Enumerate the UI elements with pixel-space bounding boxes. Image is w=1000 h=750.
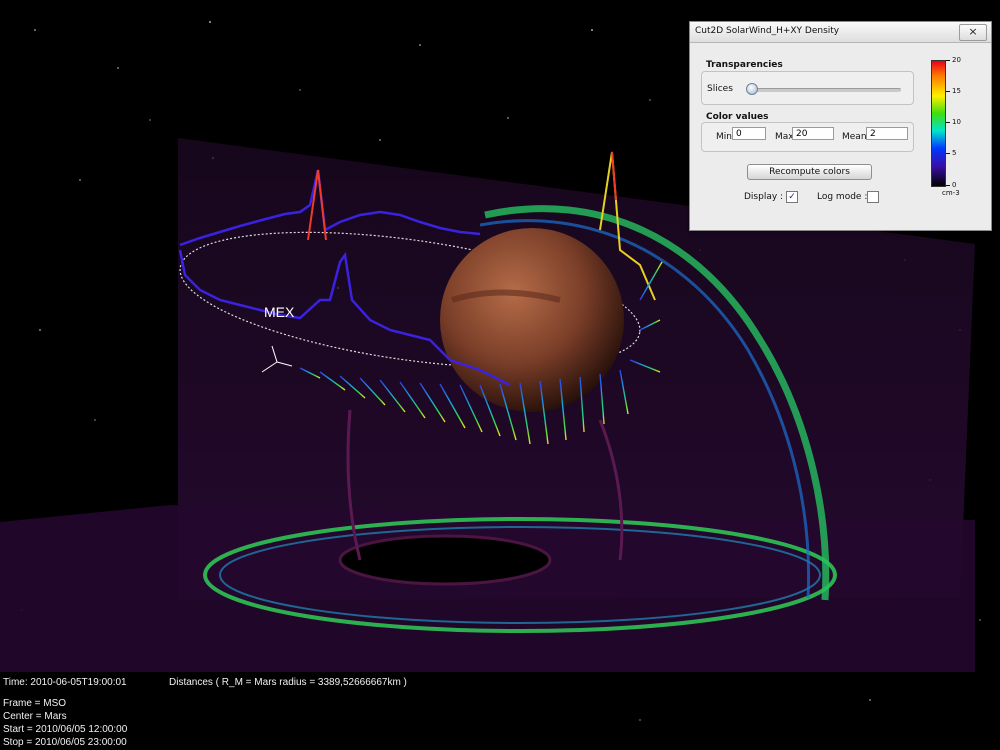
planet-shadow-ring [338,534,552,586]
display-label: Display : [744,192,784,202]
max-label: Max [775,132,794,142]
colorbar-unit-label: cm-3 [942,189,960,197]
colorbar-tick-label: 5 [952,149,957,157]
close-icon[interactable]: × [959,24,987,41]
panel-titlebar[interactable]: Cut2D SolarWind_H+XY Density × [690,22,991,43]
distances-readout: Distances ( R_M = Mars radius = 3389,526… [169,677,407,688]
transparencies-heading: Transparencies [706,60,783,70]
slices-label: Slices [707,84,733,94]
cut2d-density-panel[interactable]: Cut2D SolarWind_H+XY Density × Transpare… [689,21,992,231]
slices-slider-handle[interactable] [746,83,758,95]
recompute-colors-button[interactable]: Recompute colors [747,164,872,180]
mean-label: Mean [842,132,867,142]
colorbar-tick [946,60,950,61]
slices-slider-track[interactable] [748,88,901,92]
log-mode-label: Log mode : [817,192,868,202]
panel-title: Cut2D SolarWind_H+XY Density [695,26,840,36]
colorbar-tick [946,122,950,123]
mean-input[interactable]: 2 [866,127,908,140]
mex-label: MEX [264,304,295,320]
colorbar-tick-label: 10 [952,118,961,126]
mars-planet[interactable] [440,228,624,412]
min-label: Min [716,132,732,142]
colorbar-tick-label: 20 [952,56,961,64]
color-values-heading: Color values [706,112,769,122]
min-input[interactable]: 0 [732,127,766,140]
stop-readout: Stop = 2010/06/05 23:00:00 [3,737,127,748]
frame-readout: Frame = MSO [3,698,67,709]
start-readout: Start = 2010/06/05 12:00:00 [3,724,128,735]
colorbar-tick-label: 0 [952,181,957,189]
colorbar-tick [946,91,950,92]
display-checkbox[interactable]: ✓ [786,191,798,203]
density-colorbar [931,60,946,187]
colorbar-tick [946,185,950,186]
time-readout: Time: 2010-06-05T19:00:01 [3,677,127,688]
colorbar-tick [946,153,950,154]
log-mode-checkbox[interactable] [867,191,879,203]
center-readout: Center = Mars [3,711,67,722]
colorbar-tick-label: 15 [952,87,961,95]
max-input[interactable]: 20 [792,127,834,140]
